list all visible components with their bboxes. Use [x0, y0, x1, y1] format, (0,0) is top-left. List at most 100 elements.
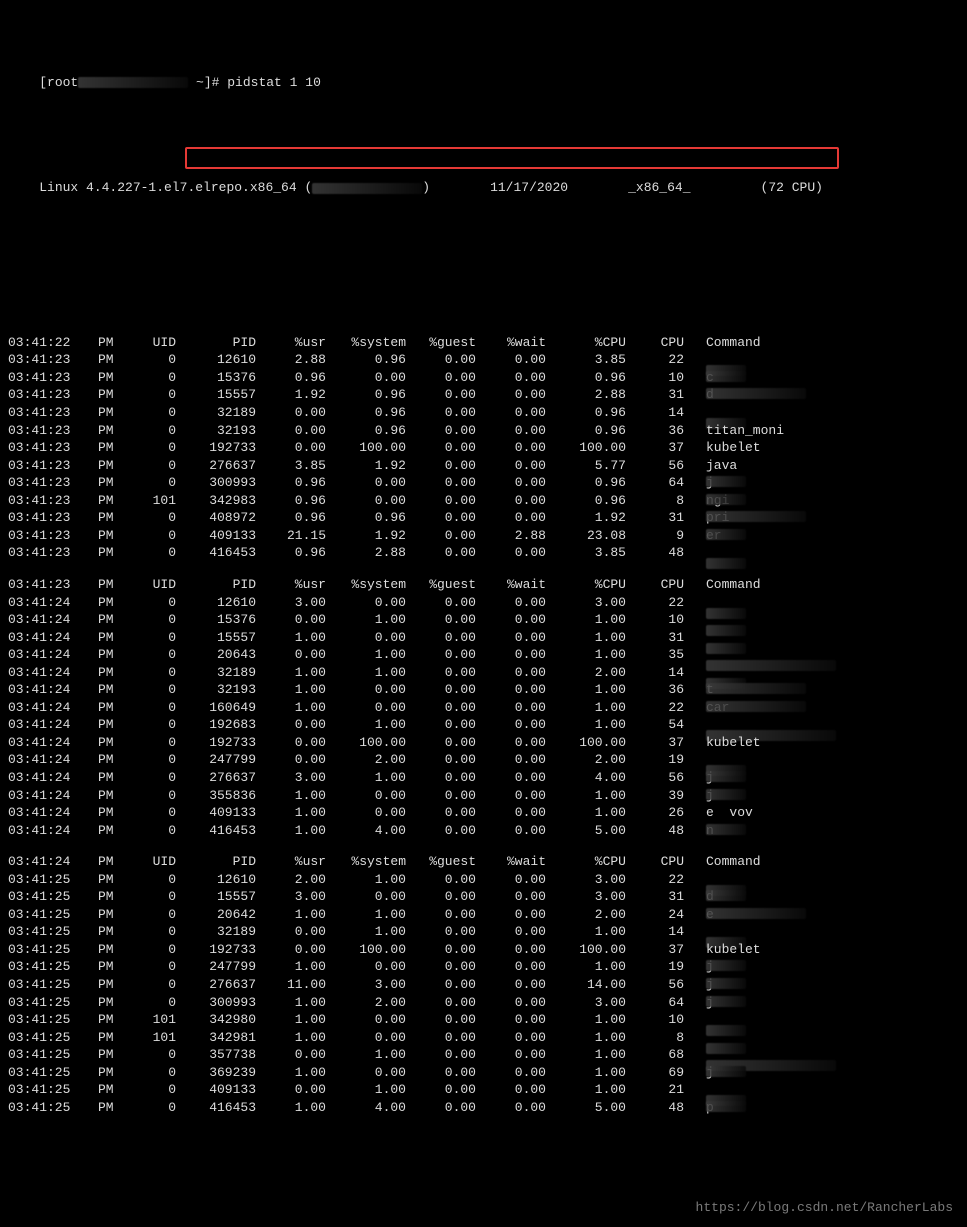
- cell-uid: 0: [126, 716, 176, 734]
- cell-wait: 0.00: [476, 734, 546, 752]
- cell-system: 0.00: [326, 594, 406, 612]
- cell-guest: 0.00: [406, 474, 476, 492]
- cell-usr: 1.00: [256, 681, 326, 699]
- cell-pid: 342980: [176, 1011, 256, 1029]
- cell-command: er: [684, 527, 886, 545]
- col-guest: %guest: [406, 334, 476, 352]
- cell-uid: 0: [126, 958, 176, 976]
- col-pid: PID: [176, 576, 256, 594]
- cell-cpu: 23.08: [546, 527, 626, 545]
- cell-system: 1.00: [326, 611, 406, 629]
- redacted-host: [312, 183, 422, 194]
- cell-uid: 101: [126, 1029, 176, 1047]
- cell-time: 03:41:24: [8, 594, 98, 612]
- cell-cpun: 31: [626, 386, 684, 404]
- cell-time: 03:41:25: [8, 994, 98, 1012]
- cell-guest: 0.00: [406, 1064, 476, 1082]
- cell-uid: 0: [126, 1046, 176, 1064]
- cell-uid: 0: [126, 474, 176, 492]
- cell-uid: 0: [126, 804, 176, 822]
- cell-cpun: 22: [626, 699, 684, 717]
- cell-cpu: 1.00: [546, 699, 626, 717]
- cell-guest: 0.00: [406, 611, 476, 629]
- cell-wait: 0.00: [476, 594, 546, 612]
- cell-cpu: 0.96: [546, 422, 626, 440]
- cell-ampm: PM: [98, 457, 126, 475]
- cell-uid: 0: [126, 1081, 176, 1099]
- cell-ampm: PM: [98, 923, 126, 941]
- process-row: 03:41:24PM0126103.000.000.000.003.0022: [8, 594, 959, 612]
- cell-wait: 0.00: [476, 958, 546, 976]
- cell-wait: 0.00: [476, 804, 546, 822]
- cell-wait: 0.00: [476, 994, 546, 1012]
- cell-usr: 21.15: [256, 527, 326, 545]
- cell-system: 1.00: [326, 769, 406, 787]
- cell-cpun: 56: [626, 457, 684, 475]
- cell-wait: 0.00: [476, 369, 546, 387]
- process-row: 03:41:24PM03558361.000.000.000.001.0039j: [8, 787, 959, 805]
- cell-usr: 0.96: [256, 492, 326, 510]
- cell-usr: 0.00: [256, 1081, 326, 1099]
- cell-time: 03:41:23: [8, 492, 98, 510]
- cell-cpu: 1.00: [546, 804, 626, 822]
- cell-cpun: 35: [626, 646, 684, 664]
- process-row: 03:41:24PM01927330.00100.000.000.00100.0…: [8, 734, 959, 752]
- cell-cpun: 68: [626, 1046, 684, 1064]
- cell-system: 0.00: [326, 958, 406, 976]
- cell-ampm: PM: [98, 509, 126, 527]
- cell-cpun: 14: [626, 664, 684, 682]
- cell-cpun: 14: [626, 404, 684, 422]
- cell-ampm: PM: [98, 439, 126, 457]
- process-row: 03:41:23PM04164530.962.880.000.003.8548: [8, 544, 959, 562]
- cell-ampm: PM: [98, 1081, 126, 1099]
- cell-system: 0.96: [326, 509, 406, 527]
- cell-time: 03:41:24: [8, 664, 98, 682]
- cell-guest: 0.00: [406, 594, 476, 612]
- cell-cpu: 1.00: [546, 1046, 626, 1064]
- process-row: 03:41:23PM0153760.960.000.000.000.9610c: [8, 369, 959, 387]
- cell-ampm: PM: [98, 958, 126, 976]
- cell-guest: 0.00: [406, 1099, 476, 1117]
- process-row: 03:41:23PM040913321.151.920.002.8823.089…: [8, 527, 959, 545]
- col-ampm: PM: [98, 576, 126, 594]
- cell-uid: 0: [126, 527, 176, 545]
- cell-cpun: 14: [626, 923, 684, 941]
- cell-system: 1.00: [326, 906, 406, 924]
- cell-wait: 0.00: [476, 422, 546, 440]
- cell-ampm: PM: [98, 787, 126, 805]
- cell-usr: 1.00: [256, 699, 326, 717]
- cell-usr: 11.00: [256, 976, 326, 994]
- cell-time: 03:41:25: [8, 1099, 98, 1117]
- process-row: 03:41:23PM1013429830.960.000.000.000.968…: [8, 492, 959, 510]
- cell-cpu: 1.92: [546, 509, 626, 527]
- col-uid: UID: [126, 334, 176, 352]
- cell-uid: 0: [126, 994, 176, 1012]
- cell-cpu: 2.00: [546, 664, 626, 682]
- cell-command: car: [684, 699, 886, 717]
- cell-time: 03:41:25: [8, 1081, 98, 1099]
- cell-pid: 32193: [176, 422, 256, 440]
- cell-cpun: 54: [626, 716, 684, 734]
- process-row: 03:41:24PM0321931.000.000.000.001.0036t: [8, 681, 959, 699]
- terminal[interactable]: [root ~]# pidstat 1 10 Linux 4.4.227-1.e…: [0, 0, 967, 1227]
- cell-cpun: 48: [626, 822, 684, 840]
- cell-ampm: PM: [98, 594, 126, 612]
- cell-usr: 1.92: [256, 386, 326, 404]
- cell-usr: 0.00: [256, 1046, 326, 1064]
- cell-system: 100.00: [326, 439, 406, 457]
- cell-ampm: PM: [98, 646, 126, 664]
- process-row: 03:41:25PM03009931.002.000.000.003.0064j: [8, 994, 959, 1012]
- cell-usr: 3.00: [256, 888, 326, 906]
- cell-wait: 0.00: [476, 1081, 546, 1099]
- cell-cpun: 69: [626, 1064, 684, 1082]
- cell-wait: 0.00: [476, 646, 546, 664]
- cell-usr: 1.00: [256, 994, 326, 1012]
- cell-wait: 0.00: [476, 822, 546, 840]
- cell-cpu: 100.00: [546, 439, 626, 457]
- cell-usr: 1.00: [256, 822, 326, 840]
- cell-time: 03:41:24: [8, 629, 98, 647]
- cell-ampm: PM: [98, 734, 126, 752]
- col-time: 03:41:23: [8, 576, 98, 594]
- cell-usr: 0.00: [256, 422, 326, 440]
- cell-usr: 2.88: [256, 351, 326, 369]
